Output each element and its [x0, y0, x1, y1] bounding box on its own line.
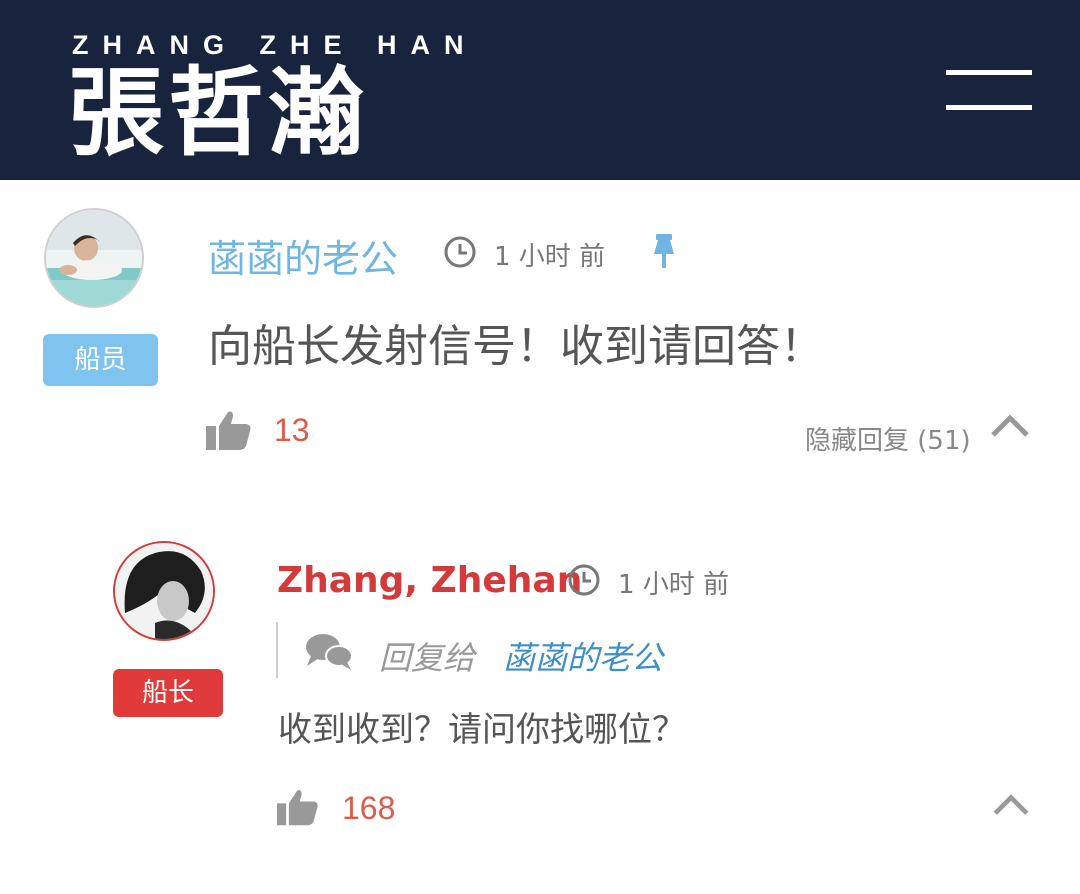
- thumbs-up-icon[interactable]: [277, 788, 319, 830]
- menu-line-icon: [946, 105, 1032, 110]
- site-header: ZHANG ZHE HAN 張哲瀚: [0, 0, 1080, 180]
- avatar[interactable]: [44, 208, 144, 308]
- brand-logo[interactable]: 張哲瀚: [68, 58, 368, 168]
- like-count: 168: [342, 790, 396, 826]
- comments-icon: [305, 632, 353, 676]
- reply-to-label: 回复给: [379, 639, 476, 677]
- reply-to-name[interactable]: 菡菡的老公: [503, 633, 663, 679]
- menu-line-icon: [946, 70, 1032, 75]
- reply-author[interactable]: Zhang, Zhehan: [277, 560, 582, 601]
- replies-count: (51): [917, 426, 971, 456]
- reply-time: 1 小时 前: [618, 570, 730, 600]
- clock-icon: [567, 563, 601, 601]
- comment-author[interactable]: 菡菡的老公: [208, 228, 398, 283]
- like-count: 13: [274, 412, 310, 448]
- role-badge: 船员: [43, 334, 158, 386]
- hide-replies-label: 隐藏回复: [805, 426, 910, 456]
- thumbs-up-icon[interactable]: [206, 410, 252, 454]
- comment-text: 向船长发射信号！收到请回答！: [208, 321, 824, 372]
- hamburger-menu-button[interactable]: [946, 70, 1032, 112]
- chevron-up-icon[interactable]: [992, 792, 1030, 820]
- hide-replies-toggle[interactable]: 隐藏回复 (51): [805, 420, 971, 457]
- pin-icon[interactable]: [647, 232, 681, 276]
- role-badge: 船长: [113, 669, 223, 717]
- reply-quote-divider: [276, 622, 278, 678]
- clock-icon: [443, 235, 477, 273]
- avatar[interactable]: [113, 541, 215, 641]
- comment-time: 1 小时 前: [494, 242, 606, 272]
- reply-text: 收到收到？请问你找哪位？: [278, 710, 686, 750]
- chevron-up-icon[interactable]: [990, 412, 1030, 442]
